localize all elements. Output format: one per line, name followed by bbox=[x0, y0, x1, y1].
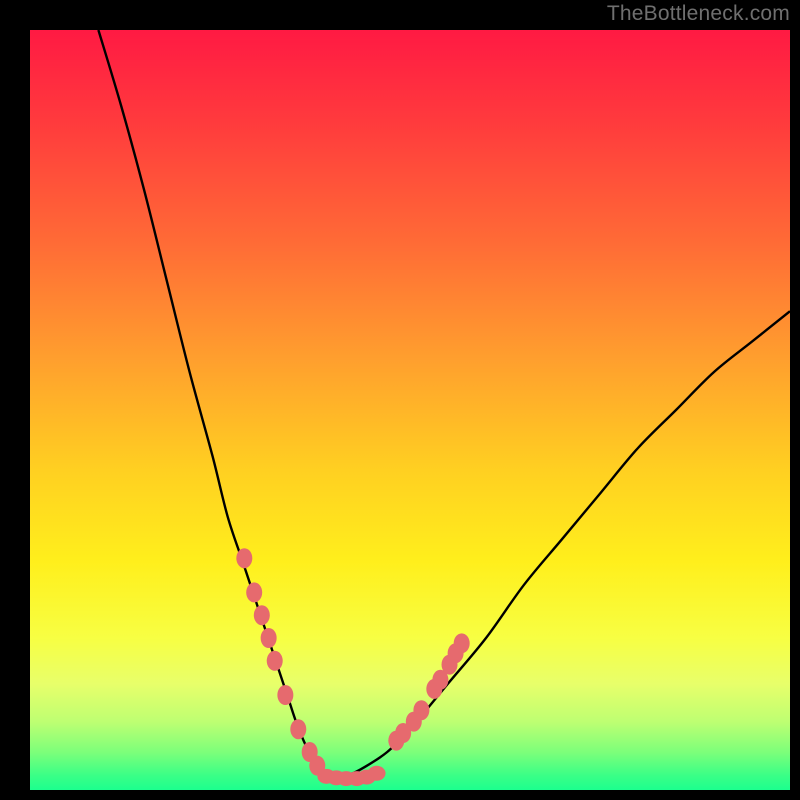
data-marker bbox=[246, 582, 262, 602]
curve-right bbox=[334, 311, 790, 778]
chart-frame: TheBottleneck.com bbox=[0, 0, 800, 800]
data-marker bbox=[236, 548, 252, 568]
markers-right bbox=[388, 633, 469, 750]
markers-bottom bbox=[317, 766, 385, 786]
data-marker bbox=[454, 633, 470, 653]
watermark-text: TheBottleneck.com bbox=[607, 2, 790, 26]
data-marker bbox=[368, 766, 386, 781]
data-marker bbox=[254, 605, 270, 625]
data-marker bbox=[277, 685, 293, 705]
curve-left bbox=[98, 30, 334, 779]
data-marker bbox=[261, 628, 277, 648]
plot-area bbox=[30, 30, 790, 790]
data-marker bbox=[413, 700, 429, 720]
data-marker bbox=[267, 651, 283, 671]
data-marker bbox=[290, 719, 306, 739]
chart-svg bbox=[30, 30, 790, 790]
